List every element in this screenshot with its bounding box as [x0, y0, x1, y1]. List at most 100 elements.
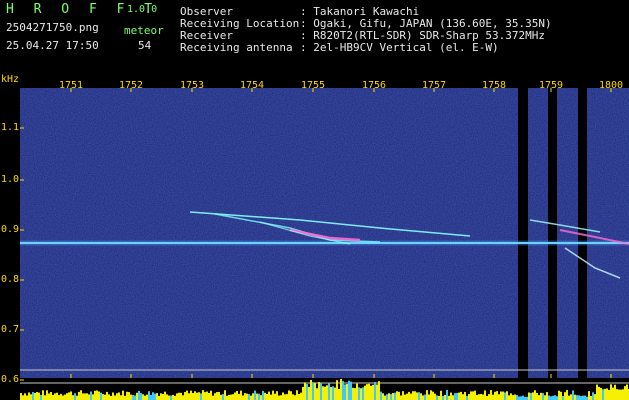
strength-bar [260, 395, 262, 400]
x-tick-label: 1758 [481, 80, 507, 91]
strength-bar [498, 394, 500, 400]
strength-bar [602, 389, 604, 400]
strength-bar [604, 388, 606, 400]
strength-bar [212, 395, 214, 400]
strength-bar [416, 392, 418, 400]
strength-bar [34, 393, 36, 400]
strength-bar [126, 391, 128, 400]
strength-bar [434, 393, 436, 400]
strength-bar [68, 392, 70, 400]
strength-bar [478, 394, 480, 400]
strength-bar [560, 391, 562, 400]
strength-bar [514, 394, 516, 400]
strength-bar [400, 395, 402, 400]
strength-bar [120, 395, 122, 400]
strength-bar [308, 386, 310, 400]
strength-bar [328, 383, 330, 400]
x-tick-label: 1759 [538, 80, 564, 91]
strength-bar [228, 394, 230, 400]
strength-bar [402, 391, 404, 400]
strength-bar [474, 390, 476, 400]
strength-bar [320, 383, 322, 400]
strength-bar [608, 389, 610, 400]
data-gap-2 [548, 88, 557, 378]
strength-bar [418, 392, 420, 400]
strength-bar [458, 392, 460, 400]
strength-bar [334, 387, 336, 400]
strength-bar [486, 395, 488, 400]
strength-bar [592, 392, 594, 400]
strength-bar [194, 391, 196, 400]
strength-bar [324, 386, 326, 400]
strength-bar [238, 393, 240, 400]
strength-bar [408, 391, 410, 400]
strength-bar [26, 395, 28, 400]
strength-bar [100, 392, 102, 400]
strength-bar [112, 392, 114, 400]
strength-bar [104, 394, 106, 400]
strength-bar [496, 391, 498, 400]
strength-bar [306, 384, 308, 400]
x-tick-label: 1751 [58, 80, 84, 91]
strength-bar [292, 394, 294, 400]
strength-bar [422, 395, 424, 400]
strength-bar [368, 383, 370, 400]
strength-bar [470, 391, 472, 400]
strength-bar [358, 387, 360, 400]
strength-bar [54, 393, 56, 400]
strength-bar [618, 389, 620, 400]
strength-bar [198, 392, 200, 400]
y-tick-label: 0.6 [1, 374, 20, 385]
strength-bar [432, 391, 434, 400]
strength-bar [106, 391, 108, 400]
strength-bar [622, 389, 624, 400]
strength-bar [406, 393, 408, 400]
strength-bar [360, 388, 362, 400]
strength-bar [32, 392, 34, 400]
strength-bar [134, 395, 136, 400]
strength-bar [150, 395, 152, 400]
strength-bar [544, 395, 546, 400]
strength-bar [286, 394, 288, 400]
strength-bar [130, 394, 132, 400]
strength-bar [76, 395, 78, 400]
strength-bar [96, 390, 98, 400]
strength-bar [508, 395, 510, 400]
strength-bar [202, 390, 204, 400]
strength-bar [298, 393, 300, 400]
strength-bar [276, 391, 278, 400]
strength-bar [590, 395, 592, 400]
strength-bar [270, 394, 272, 400]
strength-bar [176, 393, 178, 400]
strength-bar [156, 393, 158, 400]
strength-bar [88, 394, 90, 400]
strength-bar [116, 393, 118, 400]
strength-bar [566, 390, 568, 400]
strength-bar [218, 391, 220, 400]
strength-bar [490, 390, 492, 400]
strength-bar [158, 395, 160, 400]
strength-bar [40, 394, 42, 400]
strength-bar [310, 379, 312, 400]
strength-bar [520, 396, 522, 400]
strength-bar [574, 394, 576, 400]
strength-bar [314, 382, 316, 400]
strength-bar [316, 388, 318, 400]
x-tick-label: 1755 [300, 80, 326, 91]
strength-bar [578, 395, 580, 400]
strength-bar [230, 394, 232, 400]
strength-bar [84, 393, 86, 400]
y-tick-label: 1.0 [1, 174, 20, 185]
y-tick-label: 0.7 [1, 324, 20, 335]
strength-bar [502, 391, 504, 400]
strength-bar [234, 392, 236, 400]
strength-bar [438, 395, 440, 400]
strength-bar [226, 395, 228, 400]
strength-bar [450, 392, 452, 400]
strength-bar [346, 383, 348, 400]
strength-bar [448, 395, 450, 400]
strength-bar [344, 384, 346, 400]
x-tick-label: 1752 [118, 80, 144, 91]
strength-bar [542, 393, 544, 400]
strength-bar [232, 394, 234, 400]
